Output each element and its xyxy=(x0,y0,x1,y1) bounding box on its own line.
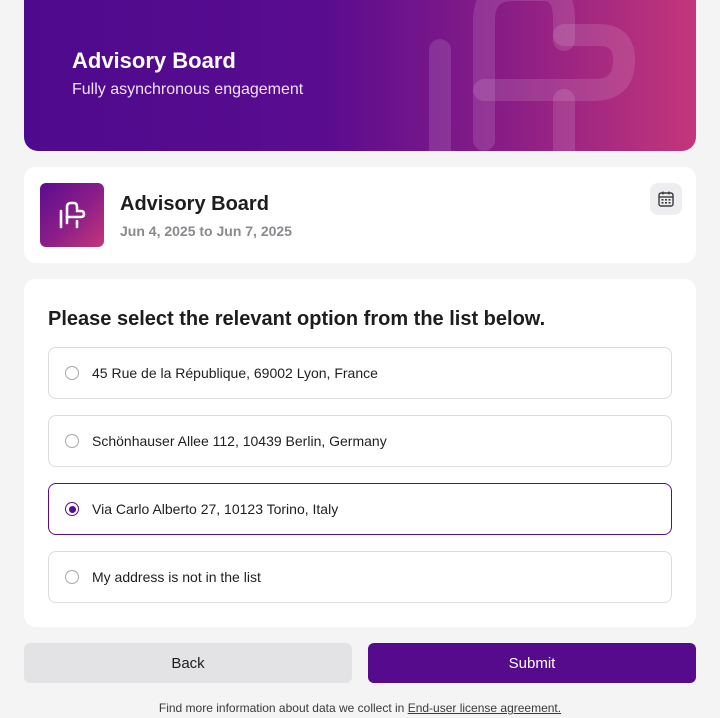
calendar-icon xyxy=(658,191,674,207)
radio-button[interactable] xyxy=(65,366,79,380)
address-option-berlin[interactable]: Schönhauser Allee 112, 10439 Berlin, Ger… xyxy=(48,415,672,467)
address-option-torino[interactable]: Via Carlo Alberto 27, 10123 Torino, Ital… xyxy=(48,483,672,535)
submit-button[interactable]: Submit xyxy=(368,643,696,683)
hero-subtitle: Fully asynchronous engagement xyxy=(72,81,304,98)
address-form-card: Please select the relevant option from t… xyxy=(24,279,696,627)
brand-logo-icon xyxy=(59,201,86,229)
event-logo xyxy=(40,183,104,247)
option-label: Via Carlo Alberto 27, 10123 Torino, Ital… xyxy=(92,501,339,517)
back-button[interactable]: Back xyxy=(24,643,352,683)
event-title: Advisory Board xyxy=(120,193,269,215)
address-option-not-listed[interactable]: My address is not in the list xyxy=(48,551,672,603)
event-card: Advisory Board Jun 4, 2025 to Jun 7, 202… xyxy=(24,167,696,263)
hero-title: Advisory Board xyxy=(72,48,236,73)
option-label: Schönhauser Allee 112, 10439 Berlin, Ger… xyxy=(92,433,387,449)
option-label: 45 Rue de la République, 69002 Lyon, Fra… xyxy=(92,365,378,381)
brand-logo-watermark-icon xyxy=(429,0,635,151)
footer-note: Find more information about data we coll… xyxy=(0,701,720,715)
radio-button[interactable] xyxy=(65,570,79,584)
add-to-calendar-button[interactable] xyxy=(650,183,682,215)
footer-text: Find more information about data we coll… xyxy=(158,701,405,715)
question-heading: Please select the relevant option from t… xyxy=(48,308,546,330)
hero-banner: Advisory Board Fully asynchronous engage… xyxy=(24,0,696,151)
eula-link[interactable]: End-user license agreement. xyxy=(408,701,561,715)
address-option-lyon[interactable]: 45 Rue de la République, 69002 Lyon, Fra… xyxy=(48,347,672,399)
radio-button-selected[interactable] xyxy=(65,502,79,516)
event-dates: Jun 4, 2025 to Jun 7, 2025 xyxy=(120,223,292,239)
option-label: My address is not in the list xyxy=(92,569,261,585)
radio-button[interactable] xyxy=(65,434,79,448)
